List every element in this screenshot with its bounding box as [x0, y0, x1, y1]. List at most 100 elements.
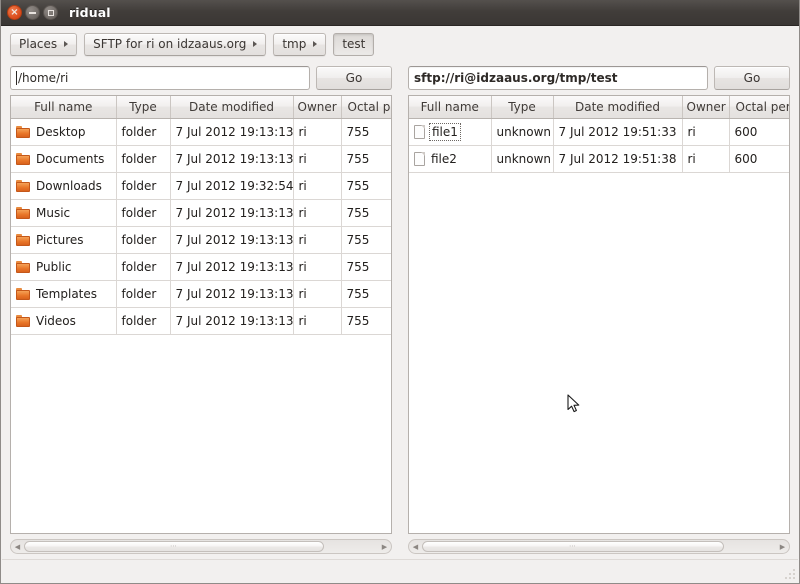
right-pane: sftp://ri@idzaaus.org/tmp/test Go Full n…: [402, 62, 796, 554]
file-name-cell: Pictures: [16, 233, 111, 247]
left-col-header-date-modified[interactable]: Date modified: [170, 96, 294, 119]
scroll-left-arrow-icon[interactable]: ◀: [409, 540, 422, 553]
right-cell-type: unknown: [491, 118, 554, 146]
right-path-input[interactable]: sftp://ri@idzaaus.org/tmp/test: [408, 66, 708, 90]
right-file-list[interactable]: Full name Type Date modified Owner Octal…: [408, 95, 790, 534]
file-name-cell: Videos: [16, 314, 111, 328]
right-col-header-octal-permissions[interactable]: Octal permissions: [729, 96, 789, 119]
right-cell-name[interactable]: file1: [409, 118, 492, 146]
table-row[interactable]: Templates folder 7 Jul 2012 19:13:13 ri 755: [11, 280, 391, 308]
left-horizontal-scrollbar[interactable]: ◀ ⋯ ▶: [10, 539, 392, 554]
right-cell-octal-permissions: 600: [729, 145, 789, 173]
right-table-header-row: Full name Type Date modified Owner Octal…: [409, 96, 789, 119]
file-name-label: Videos: [36, 313, 76, 328]
left-cell-octal-permissions: 755: [341, 118, 391, 146]
minimize-icon[interactable]: [25, 5, 40, 20]
left-cell-type: folder: [116, 253, 171, 281]
file-name-cell: Documents: [16, 152, 111, 166]
left-cell-type: folder: [116, 199, 171, 227]
left-col-header-type[interactable]: Type: [116, 96, 171, 119]
right-cell-name[interactable]: file2: [409, 145, 492, 173]
file-name-label: Documents: [36, 151, 105, 166]
table-row[interactable]: Downloads folder 7 Jul 2012 19:32:54 ri 755: [11, 172, 391, 200]
left-cell-octal-permissions: 755: [341, 280, 391, 308]
breadcrumb-test-button[interactable]: test: [333, 32, 375, 56]
left-cell-octal-permissions: 755: [341, 307, 391, 335]
left-col-header-owner[interactable]: Owner: [293, 96, 342, 119]
left-cell-owner: ri: [293, 253, 342, 281]
left-path-input[interactable]: /home/ri: [10, 66, 310, 90]
table-row[interactable]: Public folder 7 Jul 2012 19:13:13 ri 755: [11, 253, 391, 281]
left-cell-name[interactable]: Music: [11, 199, 117, 227]
right-table-body: file1 unknown 7 Jul 2012 19:51:33 ri 600 file…: [409, 118, 789, 173]
scroll-left-arrow-icon[interactable]: ◀: [11, 540, 24, 553]
window-title: ridual: [69, 5, 111, 20]
file-icon: [414, 151, 425, 166]
right-col-header-type[interactable]: Type: [491, 96, 554, 119]
left-cell-name[interactable]: Downloads: [11, 172, 117, 200]
left-cell-owner: ri: [293, 226, 342, 254]
right-col-header-full-name[interactable]: Full name: [409, 96, 492, 119]
right-horizontal-scrollbar[interactable]: ◀ ⋯ ▶: [408, 539, 790, 554]
right-cell-date-modified: 7 Jul 2012 19:51:38: [553, 145, 683, 173]
left-cell-octal-permissions: 755: [341, 145, 391, 173]
table-row[interactable]: file2 unknown 7 Jul 2012 19:51:38 ri 600: [409, 145, 789, 173]
left-cell-name[interactable]: Documents: [11, 145, 117, 173]
left-cell-name[interactable]: Templates: [11, 280, 117, 308]
breadcrumb-tmp-button[interactable]: tmp: [273, 32, 327, 56]
left-cell-name[interactable]: Videos: [11, 307, 117, 335]
left-cell-name[interactable]: Pictures: [11, 226, 117, 254]
left-location-bar: /home/ri Go: [4, 62, 398, 95]
right-cell-date-modified: 7 Jul 2012 19:51:33: [553, 118, 683, 146]
right-go-button[interactable]: Go: [714, 66, 790, 90]
left-cell-octal-permissions: 755: [341, 226, 391, 254]
title-bar: × ridual: [1, 0, 799, 26]
table-row[interactable]: Videos folder 7 Jul 2012 19:13:13 ri 755: [11, 307, 391, 335]
breadcrumb-test-label: test: [342, 37, 366, 51]
right-col-header-owner[interactable]: Owner: [682, 96, 730, 119]
maximize-glyph: [47, 9, 54, 16]
right-col-header-date-modified[interactable]: Date modified: [553, 96, 683, 119]
file-name-cell: Music: [16, 206, 111, 220]
left-cell-type: folder: [116, 145, 171, 173]
left-file-list[interactable]: Full name Type Date modified Owner Octal…: [10, 95, 392, 534]
scroll-right-arrow-icon[interactable]: ▶: [378, 540, 391, 553]
places-button[interactable]: Places: [10, 32, 78, 56]
minimize-glyph: [29, 11, 36, 14]
table-row[interactable]: Music folder 7 Jul 2012 19:13:13 ri 755: [11, 199, 391, 227]
dual-pane-area: /home/ri Go Full name Type Date modified…: [1, 62, 799, 554]
left-go-button[interactable]: Go: [316, 66, 392, 90]
file-name-cell: Public: [16, 260, 111, 274]
text-caret: [16, 71, 17, 85]
table-row[interactable]: Pictures folder 7 Jul 2012 19:13:13 ri 755: [11, 226, 391, 254]
right-cell-owner: ri: [682, 118, 730, 146]
left-pane: /home/ri Go Full name Type Date modified…: [4, 62, 398, 554]
left-cell-name[interactable]: Desktop: [11, 118, 117, 146]
left-col-header-full-name[interactable]: Full name: [11, 96, 117, 119]
scroll-right-arrow-icon[interactable]: ▶: [776, 540, 789, 553]
left-cell-date-modified: 7 Jul 2012 19:13:13: [170, 118, 294, 146]
left-cell-owner: ri: [293, 307, 342, 335]
folder-icon: [16, 287, 30, 300]
left-cell-octal-permissions: 755: [341, 199, 391, 227]
breadcrumb-sftp-button[interactable]: SFTP for ri on idzaaus.org: [84, 32, 267, 56]
table-row[interactable]: Desktop folder 7 Jul 2012 19:13:13 ri 755: [11, 118, 391, 146]
right-scrollbar-thumb[interactable]: ⋯: [422, 541, 724, 552]
folder-icon: [16, 233, 30, 246]
left-col-header-octal-permissions[interactable]: Octal permissions: [341, 96, 391, 119]
left-cell-owner: ri: [293, 199, 342, 227]
table-row[interactable]: file1 unknown 7 Jul 2012 19:51:33 ri 600: [409, 118, 789, 146]
maximize-icon[interactable]: [43, 5, 58, 20]
left-scrollbar-thumb[interactable]: ⋯: [24, 541, 324, 552]
table-row[interactable]: Documents folder 7 Jul 2012 19:13:13 ri 755: [11, 145, 391, 173]
file-name-label: file2: [431, 151, 457, 166]
left-file-table: Full name Type Date modified Owner Octal…: [11, 96, 391, 335]
right-cell-owner: ri: [682, 145, 730, 173]
left-cell-date-modified: 7 Jul 2012 19:13:13: [170, 280, 294, 308]
left-cell-name[interactable]: Public: [11, 253, 117, 281]
close-icon[interactable]: ×: [7, 5, 22, 20]
left-cell-date-modified: 7 Jul 2012 19:13:13: [170, 226, 294, 254]
file-name-label: Pictures: [36, 232, 84, 247]
resize-grip-icon[interactable]: [782, 566, 795, 579]
left-cell-owner: ri: [293, 118, 342, 146]
